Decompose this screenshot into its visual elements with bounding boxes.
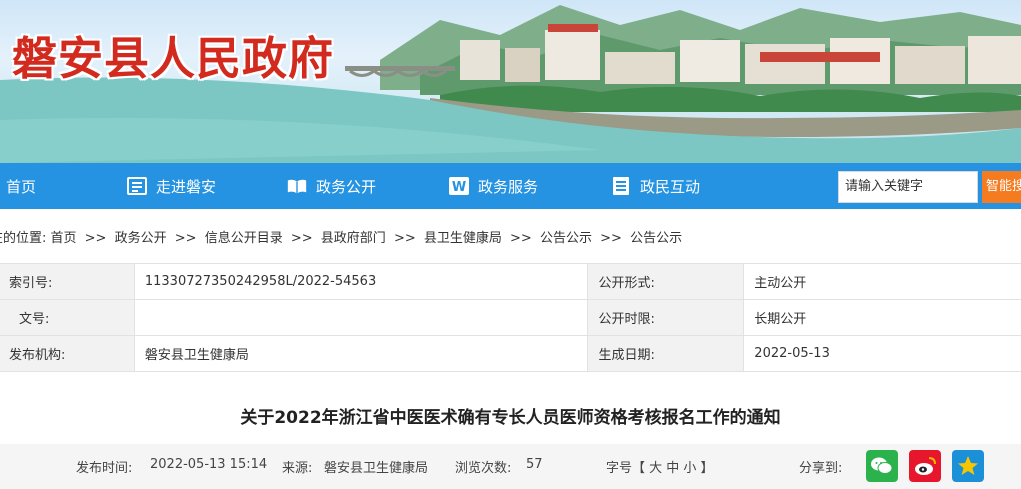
font-size-switcher[interactable]: 字号【 大 中 小 】 — [606, 457, 714, 476]
open-form-label: 公开形式: — [587, 263, 745, 300]
site-title[interactable]: 磐安县人民政府 — [12, 22, 334, 87]
table-row: 索引号: 11330727350242958L/2022-54563 公开形式:… — [0, 263, 1021, 300]
doc-number-value — [133, 299, 589, 336]
breadcrumb-departments[interactable]: 县政府部门 — [321, 231, 386, 246]
open-form-value: 主动公开 — [743, 263, 1021, 300]
views-value: 57 — [526, 457, 543, 472]
breadcrumb: 在的位置: 首页 >> 政务公开 >> 信息公开目录 >> 县政府部门 >> 县… — [0, 227, 686, 246]
publish-time-label: 发布时间: — [76, 461, 133, 476]
nav-interaction-label: 政民互动 — [640, 177, 701, 196]
nav-gov-service-label: 政务服务 — [478, 177, 539, 196]
open-period-label: 公开时限: — [587, 299, 745, 336]
table-row: 发布机构: 磐安县卫生健康局 生成日期: 2022-05-13 — [0, 335, 1021, 372]
breadcrumb-catalog[interactable]: 信息公开目录 — [205, 231, 283, 246]
breadcrumb-sep: >> — [84, 231, 107, 246]
breadcrumb-home[interactable]: 在的位置: 首页 — [0, 231, 77, 246]
w-icon: W — [448, 176, 470, 196]
breadcrumb-notices-current[interactable]: 公告公示 — [630, 231, 682, 246]
created-date-value: 2022-05-13 — [743, 335, 1021, 372]
source-label: 来源: — [282, 461, 313, 476]
nav-gov-open-label: 政务公开 — [316, 177, 377, 196]
breadcrumb-notices[interactable]: 公告公示 — [540, 231, 592, 246]
created-date-label: 生成日期: — [587, 335, 745, 372]
nav-gov-service[interactable]: W 政务服务 — [448, 163, 538, 209]
list-icon — [610, 176, 632, 196]
index-label: 索引号: — [0, 263, 135, 300]
search-button[interactable]: 智能搜 — [982, 171, 1021, 203]
nav-home[interactable]: 首页 — [6, 163, 36, 209]
info-table: 索引号: 11330727350242958L/2022-54563 公开形式:… — [0, 263, 1021, 372]
search-input[interactable]: 请输入关键字 — [838, 171, 978, 203]
table-row: 文号: 公开时限: 长期公开 — [0, 299, 1021, 336]
share-label: 分享到: — [799, 461, 843, 476]
views-label: 浏览次数: — [455, 461, 512, 476]
breadcrumb-gov-open[interactable]: 政务公开 — [115, 231, 167, 246]
publisher-label: 发布机构: — [0, 335, 135, 372]
breadcrumb-sep: >> — [174, 231, 197, 246]
nav-about-panan[interactable]: 走进磐安 — [126, 163, 216, 209]
publish-time-value: 2022-05-13 15:14 — [150, 457, 268, 472]
open-book-icon — [286, 176, 308, 196]
publisher-value: 磐安县卫生健康局 — [133, 335, 589, 372]
article-title: 关于2022年浙江省中医医术确有专长人员医师资格考核报名工作的通知 — [240, 408, 781, 428]
qzone-icon[interactable] — [952, 450, 984, 482]
nav-home-label: 首页 — [6, 177, 37, 196]
source-value: 磐安县卫生健康局 — [324, 461, 429, 476]
nav-gov-open[interactable]: 政务公开 — [286, 163, 376, 209]
breadcrumb-sep: >> — [290, 231, 313, 246]
header-banner: 磐安县人民政府 — [0, 0, 1021, 163]
nav-about-label: 走进磐安 — [156, 177, 217, 196]
breadcrumb-health-bureau[interactable]: 县卫生健康局 — [424, 231, 502, 246]
breadcrumb-sep: >> — [510, 231, 532, 246]
breadcrumb-sep: >> — [393, 231, 416, 246]
weibo-icon[interactable] — [909, 450, 941, 482]
wechat-icon[interactable] — [866, 450, 898, 482]
index-value: 11330727350242958L/2022-54563 — [133, 263, 589, 300]
open-period-value: 长期公开 — [743, 299, 1021, 336]
doc-number-label: 文号: — [0, 299, 135, 336]
breadcrumb-sep: >> — [600, 231, 622, 246]
nav-interaction[interactable]: 政民互动 — [610, 163, 700, 209]
svg-text:W: W — [452, 180, 466, 195]
book-icon — [126, 176, 148, 196]
